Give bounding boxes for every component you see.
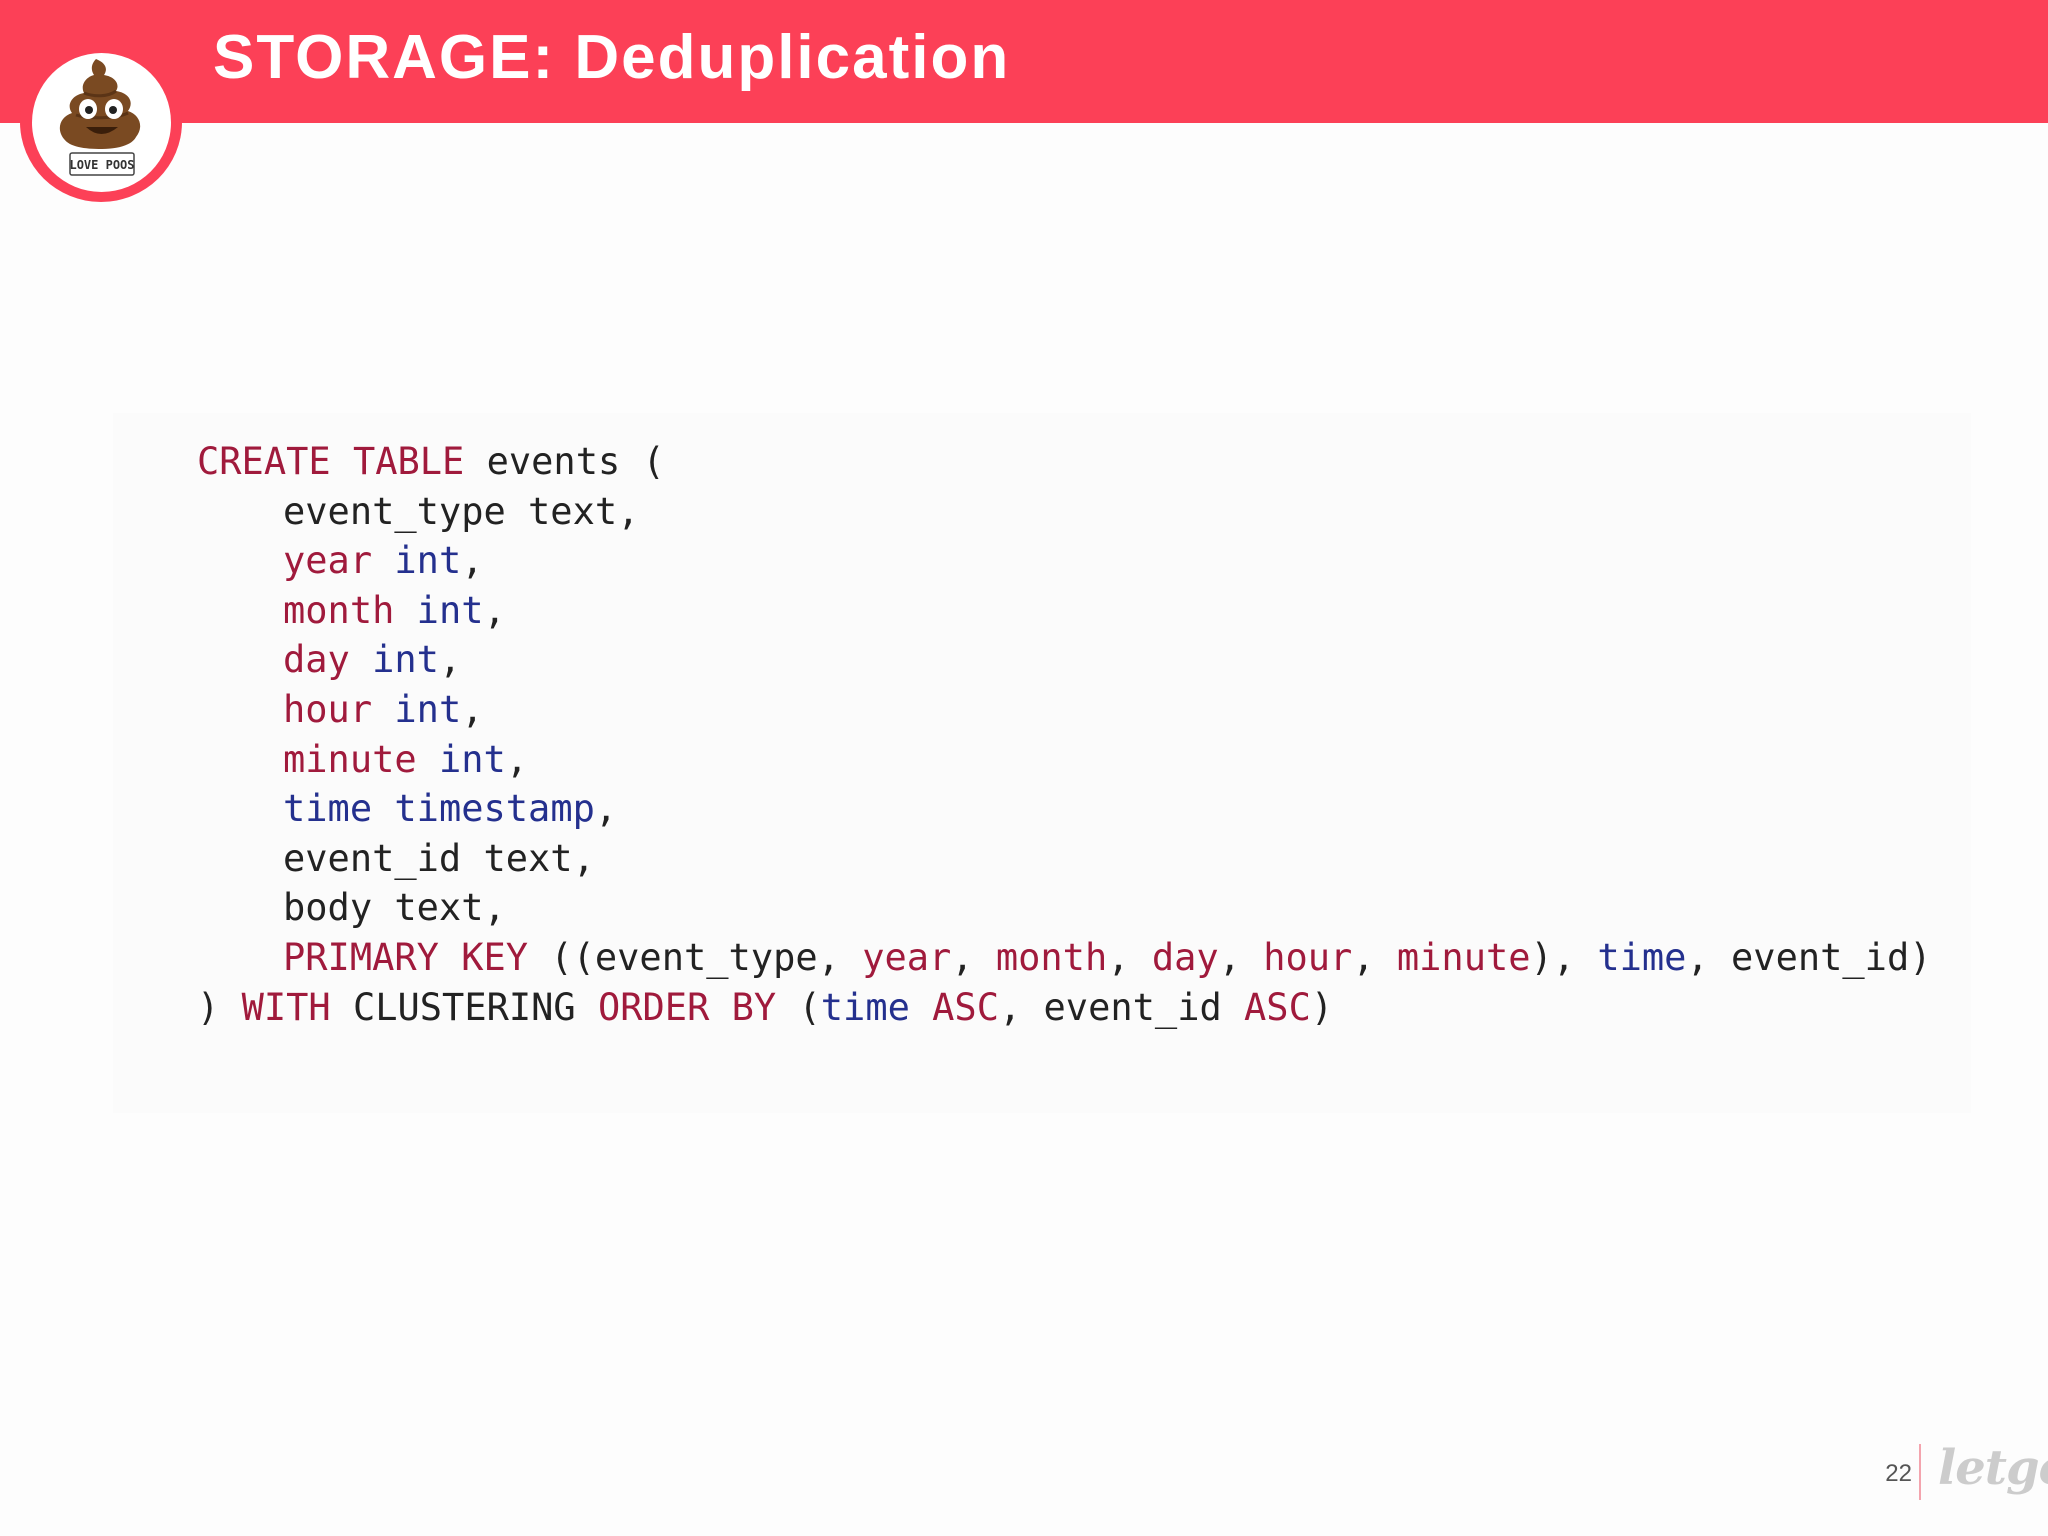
code-token: event_type text,	[283, 489, 640, 533]
code-token: ,	[951, 935, 996, 979]
code-token: ,	[1107, 935, 1152, 979]
code-token: time	[1597, 935, 1687, 979]
code-line: month int,	[197, 586, 1932, 636]
code-token: int	[394, 687, 462, 731]
code-token: day	[283, 638, 350, 682]
code-token: )	[197, 985, 242, 1029]
poop-emoji-icon: LOVE POOS	[59, 59, 141, 176]
code-line: event_type text,	[197, 487, 1932, 537]
code-token: ,	[461, 539, 484, 583]
code-line: PRIMARY KEY ((event_type, year, month, d…	[197, 933, 1932, 983]
code-token: CREATE	[197, 440, 331, 483]
poop-emoji-logo: LOVE POOS	[32, 53, 171, 192]
code-line: body text,	[197, 883, 1932, 933]
code-token: ASC	[1244, 985, 1311, 1029]
code-token: ,	[505, 737, 529, 781]
code-line: event_id text,	[197, 834, 1932, 884]
code-token: PRIMARY KEY	[283, 935, 529, 979]
code-token: int	[372, 638, 439, 682]
slide-title: STORAGE: Deduplication	[213, 23, 1011, 92]
code-token: ),	[1530, 935, 1598, 979]
code-token: day	[1151, 935, 1219, 979]
code-token: WITH	[241, 985, 331, 1029]
footer-divider	[1919, 1444, 1921, 1500]
code-token: int	[394, 539, 462, 583]
code-token: int	[438, 737, 506, 781]
code-line: minute int,	[197, 735, 1932, 785]
code-token: timestamp	[394, 787, 595, 831]
code-token: year	[283, 539, 373, 583]
code-token: body text,	[283, 886, 506, 930]
code-line: day int,	[197, 635, 1932, 685]
code-token: , event_id)	[1686, 935, 1932, 979]
code-token: year	[862, 935, 952, 979]
code-token: int	[416, 588, 484, 632]
code-token: ASC	[932, 985, 999, 1029]
code-token: ,	[438, 638, 462, 682]
code-token: event_id text,	[283, 836, 595, 880]
code-token: )	[1310, 985, 1334, 1029]
code-token: month	[995, 935, 1108, 979]
code-token: CLUSTERING	[330, 985, 598, 1029]
code-token: ,	[483, 588, 506, 632]
code-token: time	[820, 985, 910, 1029]
code-token: events (	[464, 440, 665, 483]
code-token: time	[283, 787, 373, 831]
code-token: minute	[283, 737, 417, 781]
code-line: time timestamp,	[197, 784, 1932, 834]
code-token: ((event_type,	[528, 935, 863, 979]
code-token: TABLE	[352, 440, 465, 483]
code-token: ,	[461, 687, 484, 731]
code-line: ) WITH CLUSTERING ORDER BY (time ASC, ev…	[197, 983, 1932, 1033]
code-token: ,	[594, 787, 618, 831]
code-token: , event_id	[998, 985, 1245, 1029]
code-line: hour int,	[197, 685, 1932, 735]
code-token: (	[776, 985, 821, 1029]
code-line: year int,	[197, 536, 1932, 586]
code-token: ORDER BY	[597, 985, 777, 1029]
code-token: minute	[1396, 935, 1531, 979]
code-token: ,	[1218, 935, 1264, 979]
code-token: ,	[1352, 935, 1397, 979]
letgo-logo: letgo	[1938, 1440, 2048, 1496]
code-line: CREATE TABLE events (	[197, 437, 1932, 487]
logo-caption: LOVE POOS	[69, 158, 134, 172]
code-block: CREATE TABLE events (event_type text, yea…	[197, 437, 1932, 1032]
code-token: month	[283, 588, 395, 632]
page-number: 22	[1885, 1460, 1912, 1487]
code-token: hour	[1263, 935, 1353, 979]
code-token: hour	[283, 687, 373, 731]
